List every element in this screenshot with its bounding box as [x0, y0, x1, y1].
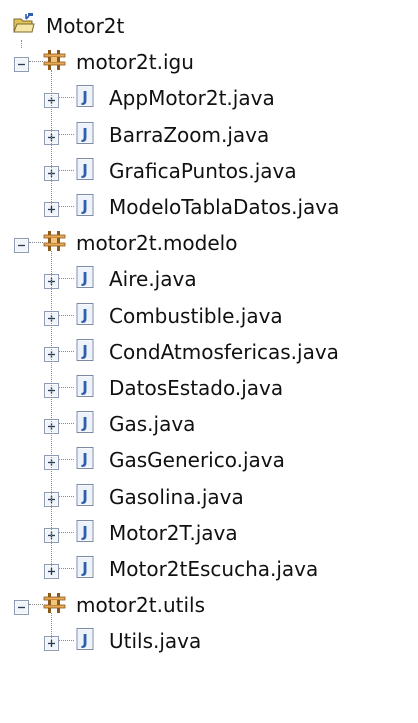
java-file-icon: J [74, 519, 98, 548]
file-label: AppMotor2t.java [109, 86, 275, 111]
tree-connector [59, 640, 74, 642]
tree-connector [51, 251, 52, 568]
tree-connector [51, 613, 52, 641]
tree-item-file[interactable]: J Motor2T.java [0, 515, 418, 551]
tree-item-file[interactable]: J Gasolina.java [0, 479, 418, 515]
java-file-icon: J [74, 265, 98, 294]
svg-text:J: J [81, 450, 88, 468]
tree-item-file[interactable]: J CondAtmosfericas.java [0, 334, 418, 370]
tree-connector [59, 459, 74, 461]
tree-connector [59, 169, 74, 171]
collapse-toggle[interactable] [14, 53, 29, 73]
tree-connector [59, 495, 74, 497]
collapse-toggle[interactable] [14, 596, 29, 616]
tree-connector [59, 568, 74, 569]
tree-connector [29, 604, 43, 606]
tree-item-package[interactable]: motor2t.igu [0, 44, 418, 80]
file-label: GraficaPuntos.java [109, 158, 297, 183]
tree-item-package[interactable]: motor2t.utils [0, 587, 418, 623]
file-label: GasGenerico.java [109, 448, 285, 473]
package-icon [43, 48, 67, 77]
java-file-icon: J [74, 157, 98, 186]
svg-text:J: J [81, 88, 88, 106]
java-file-icon: J [74, 84, 98, 113]
package-label: motor2t.modelo [76, 231, 238, 256]
java-file-icon: J [74, 483, 98, 512]
file-label: Gasolina.java [109, 484, 244, 509]
project-folder-icon [12, 12, 36, 41]
java-file-icon: J [74, 410, 98, 439]
package-label: motor2t.igu [76, 50, 194, 75]
java-file-icon: J [74, 338, 98, 367]
svg-text:J: J [81, 487, 88, 505]
svg-text:J: J [81, 631, 88, 649]
tree-connector [59, 387, 74, 388]
file-label: BarraZoom.java [109, 122, 270, 147]
tree-connector [59, 206, 74, 207]
svg-text:J: J [81, 125, 88, 143]
file-label: Aire.java [109, 267, 197, 292]
tree-connector [59, 278, 74, 280]
collapse-toggle[interactable] [14, 234, 29, 254]
file-label: CondAtmosfericas.java [109, 339, 339, 364]
svg-text:J: J [81, 269, 88, 287]
tree-item-file[interactable]: J AppMotor2t.java [0, 80, 418, 116]
tree-item-file[interactable]: J Utils.java [0, 623, 418, 659]
file-label: Gas.java [109, 412, 196, 437]
svg-text:J: J [81, 559, 88, 577]
tree-connector [59, 314, 74, 316]
tree-item-file[interactable]: J GasGenerico.java [0, 442, 418, 478]
file-label: ModeloTablaDatos.java [109, 195, 340, 219]
tree-connector [59, 350, 74, 352]
tree-item-file[interactable]: J ModeloTablaDatos.java [0, 189, 418, 225]
tree-item-file[interactable]: J BarraZoom.java [0, 117, 418, 153]
tree-item-project[interactable]: Motor2t [0, 8, 418, 44]
java-file-icon: J [74, 121, 98, 150]
package-icon [43, 591, 67, 620]
svg-text:J: J [81, 306, 88, 324]
tree-item-package[interactable]: motor2t.modelo [0, 225, 418, 261]
svg-text:J: J [81, 523, 88, 541]
svg-text:J: J [81, 342, 88, 360]
project-label: Motor2t [46, 14, 125, 38]
svg-text:J: J [81, 378, 88, 396]
tree-connector [59, 97, 74, 99]
tree-item-file[interactable]: J Motor2tEscucha.java [0, 551, 418, 587]
svg-text:J: J [81, 414, 88, 432]
tree-item-file[interactable]: J Aire.java [0, 261, 418, 297]
java-file-icon: J [74, 193, 98, 222]
file-label: Combustible.java [109, 303, 283, 328]
java-file-icon: J [74, 302, 98, 331]
java-file-icon: J [74, 446, 98, 475]
svg-text:J: J [81, 161, 88, 179]
java-file-icon: J [74, 627, 98, 656]
tree-connector [29, 61, 43, 63]
tree-connector [29, 242, 43, 244]
java-file-icon: J [74, 555, 98, 584]
tree-connector [59, 531, 74, 533]
tree-connector [51, 70, 52, 206]
package-label: motor2t.utils [76, 593, 205, 618]
package-icon [43, 229, 67, 258]
tree-connector [59, 423, 74, 425]
tree-connector [59, 133, 74, 135]
tree-item-file[interactable]: J Combustible.java [0, 298, 418, 334]
tree-item-file[interactable]: J DatosEstado.java [0, 370, 418, 406]
tree-item-file[interactable]: J GraficaPuntos.java [0, 153, 418, 189]
tree-item-file[interactable]: J Gas.java [0, 406, 418, 442]
java-file-icon: J [74, 374, 98, 403]
file-label: Utils.java [109, 629, 202, 654]
file-label: Motor2T.java [109, 520, 238, 545]
tree-connector [21, 40, 22, 49]
file-label: DatosEstado.java [109, 376, 284, 400]
svg-text:J: J [81, 197, 88, 215]
file-label: Motor2tEscucha.java [109, 557, 319, 581]
